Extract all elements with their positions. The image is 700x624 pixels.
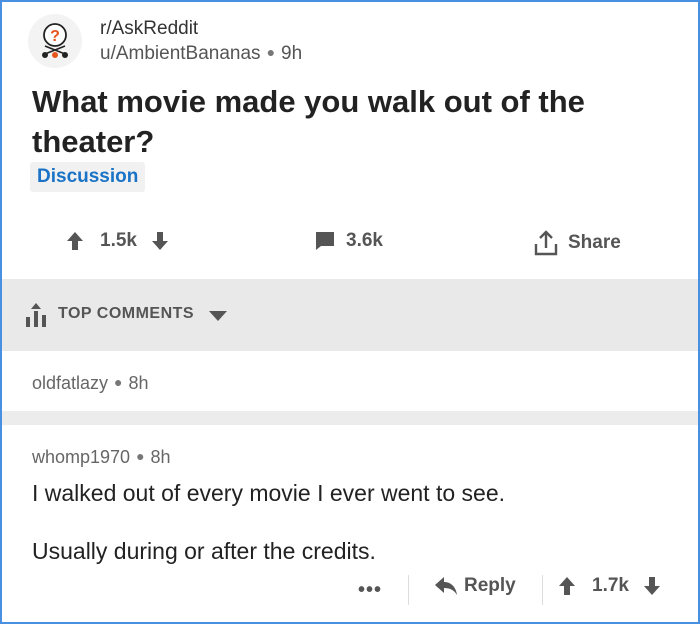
comment-collapsed[interactable]: oldfatlazy ● 8h <box>2 351 698 411</box>
post-header: ? r/AskReddit u/AmbientBananas ● 9h <box>2 2 698 82</box>
separator-dot: ● <box>266 44 276 60</box>
divider <box>408 575 409 605</box>
separator-dot: ● <box>114 374 123 390</box>
comment-body-line: I walked out of every movie I ever went … <box>32 480 506 506</box>
reply-button[interactable]: Reply <box>434 575 516 597</box>
comment-bubble-icon <box>314 231 336 251</box>
divider <box>2 411 698 425</box>
caret-down-icon <box>208 309 228 327</box>
share-button[interactable]: Share <box>534 230 621 256</box>
comment-body-line: Usually during or after the credits. <box>32 538 376 564</box>
share-label: Share <box>568 232 621 253</box>
comment: whomp1970 ● 8h I walked out of every movie… <box>2 425 698 622</box>
comment-sort-bar[interactable]: TOP COMMENTS <box>2 279 698 351</box>
post-age: 9h <box>281 43 303 64</box>
comment-action-bar: ••• Reply 1.7k <box>2 571 698 611</box>
post-action-bar: 1.5k 3.6k Share <box>2 226 698 268</box>
post-flair[interactable]: Discussion <box>30 162 146 192</box>
share-icon <box>534 230 558 256</box>
comment-author[interactable]: whomp1970 <box>32 447 130 467</box>
reply-arrow-icon <box>434 576 458 596</box>
upvote-icon[interactable] <box>66 231 84 251</box>
downvote-icon[interactable] <box>151 231 169 251</box>
comment-author[interactable]: oldfatlazy <box>32 373 108 393</box>
post-vote-group: 1.5k <box>66 230 169 252</box>
subreddit-link[interactable]: r/AskReddit <box>100 18 198 40</box>
sort-label: TOP COMMENTS <box>58 305 195 322</box>
comment-meta: oldfatlazy ● 8h <box>32 373 149 394</box>
post-score: 1.5k <box>100 230 137 251</box>
upvote-icon[interactable] <box>558 576 576 596</box>
top-sort-icon <box>24 303 48 332</box>
svg-text:?: ? <box>50 28 60 45</box>
post-title[interactable]: What movie made you walk out of the thea… <box>32 82 672 162</box>
comment-count: 3.6k <box>346 230 383 251</box>
comment-vote-group: 1.7k <box>558 575 661 597</box>
more-options-button[interactable]: ••• <box>358 579 382 602</box>
comments-button[interactable]: 3.6k <box>314 230 383 252</box>
separator-dot: ● <box>136 448 145 464</box>
comment-meta: whomp1970 ● 8h <box>32 447 171 468</box>
comment-age: 8h <box>128 373 149 393</box>
comment-age: 8h <box>150 447 171 467</box>
comment-score: 1.7k <box>592 575 629 596</box>
downvote-icon[interactable] <box>643 576 661 596</box>
divider <box>542 575 543 605</box>
post-author[interactable]: u/AmbientBananas <box>100 43 261 64</box>
reply-label: Reply <box>464 575 516 596</box>
post-meta: u/AmbientBananas ● 9h <box>100 43 302 65</box>
post-card: ? r/AskReddit u/AmbientBananas ● 9h What m… <box>0 0 700 624</box>
subreddit-avatar-icon[interactable]: ? <box>28 14 82 68</box>
